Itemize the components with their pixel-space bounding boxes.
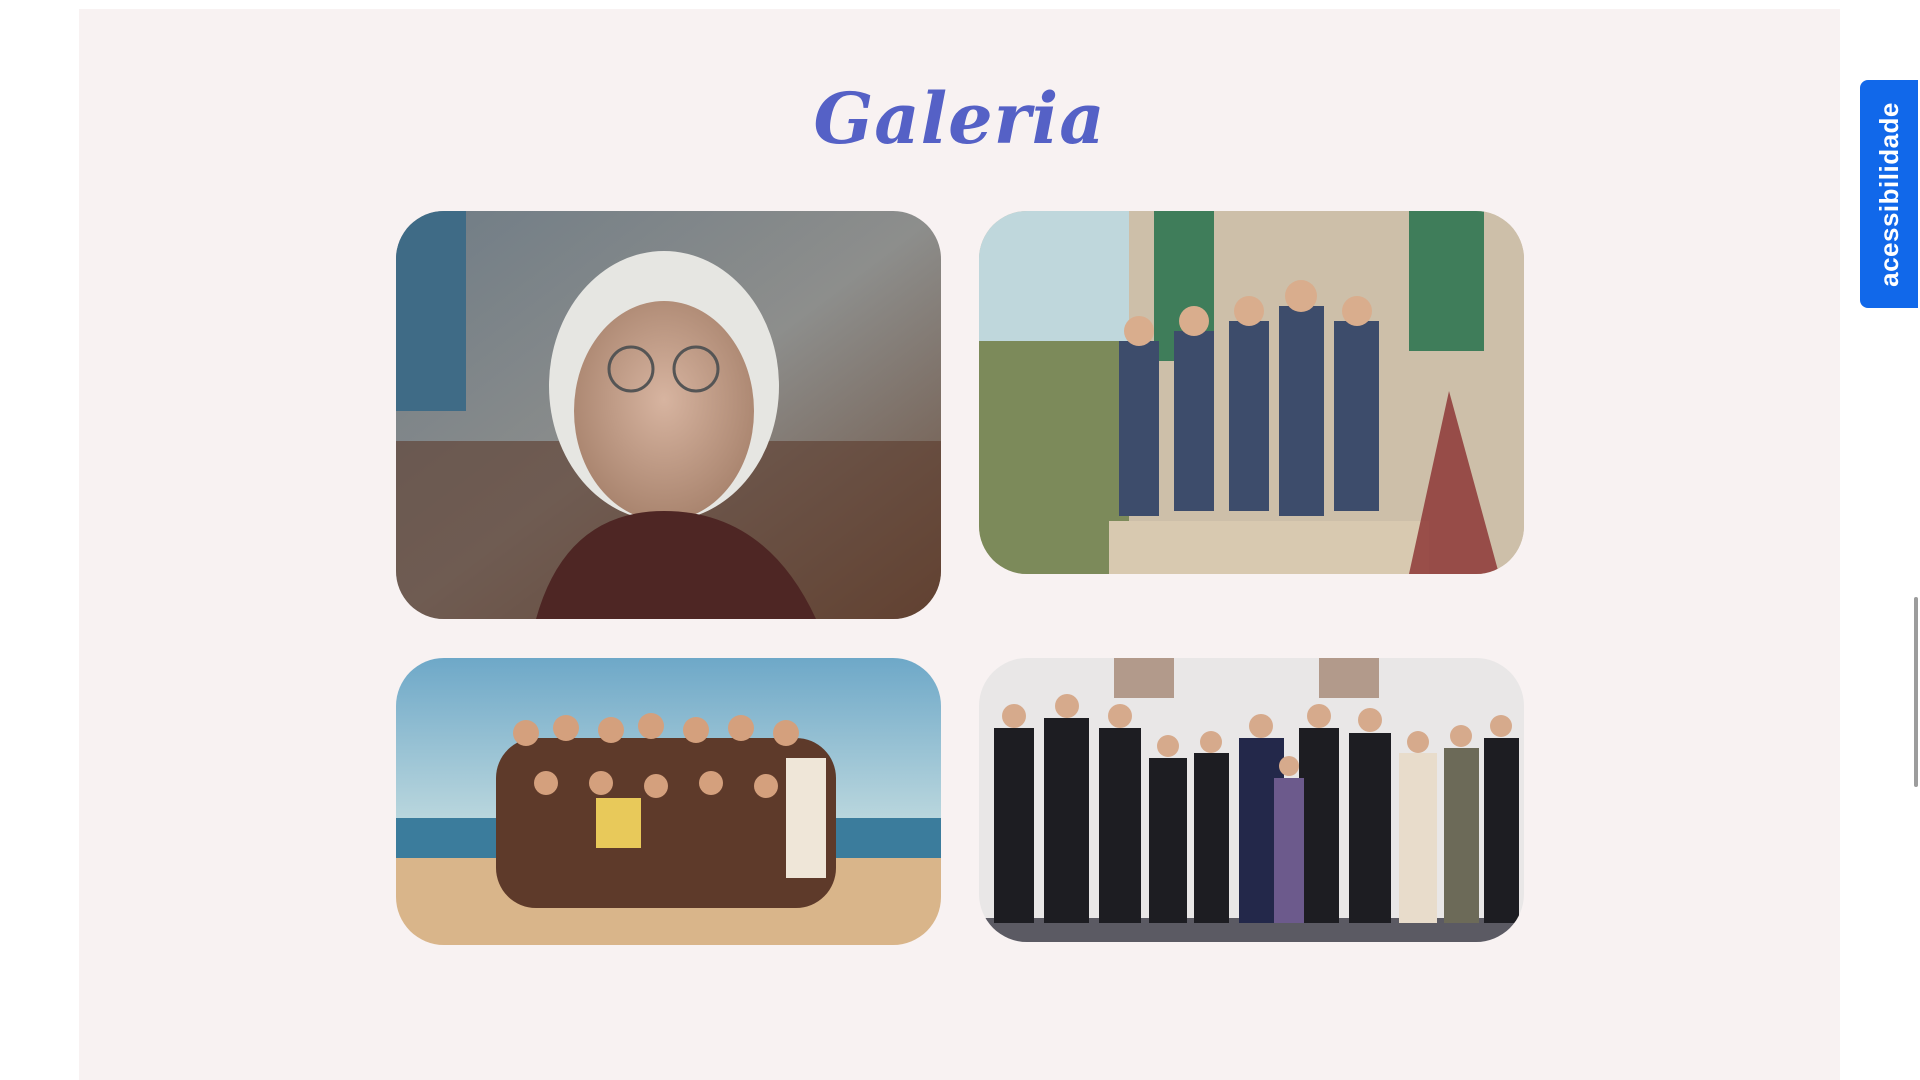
scrollbar-thumb[interactable] (1914, 597, 1918, 787)
gallery-image (396, 658, 941, 945)
gallery-photo-group-beach[interactable] (396, 658, 941, 945)
accessibility-label: acessibilidade (1873, 101, 1904, 287)
gallery-photo-cast-event[interactable] (979, 658, 1524, 942)
gallery-image (396, 211, 941, 619)
gallery-section: Galeria (79, 9, 1840, 1080)
section-title: Galeria (813, 77, 1106, 160)
accessibility-button[interactable]: acessibilidade (1860, 80, 1918, 308)
gallery-image (979, 658, 1524, 942)
gallery-photo-elderly-woman[interactable] (396, 211, 941, 619)
page: Galeria acessibilidade (0, 0, 1920, 1080)
gallery-image (979, 211, 1524, 574)
gallery-photo-family-porch[interactable] (979, 211, 1524, 574)
